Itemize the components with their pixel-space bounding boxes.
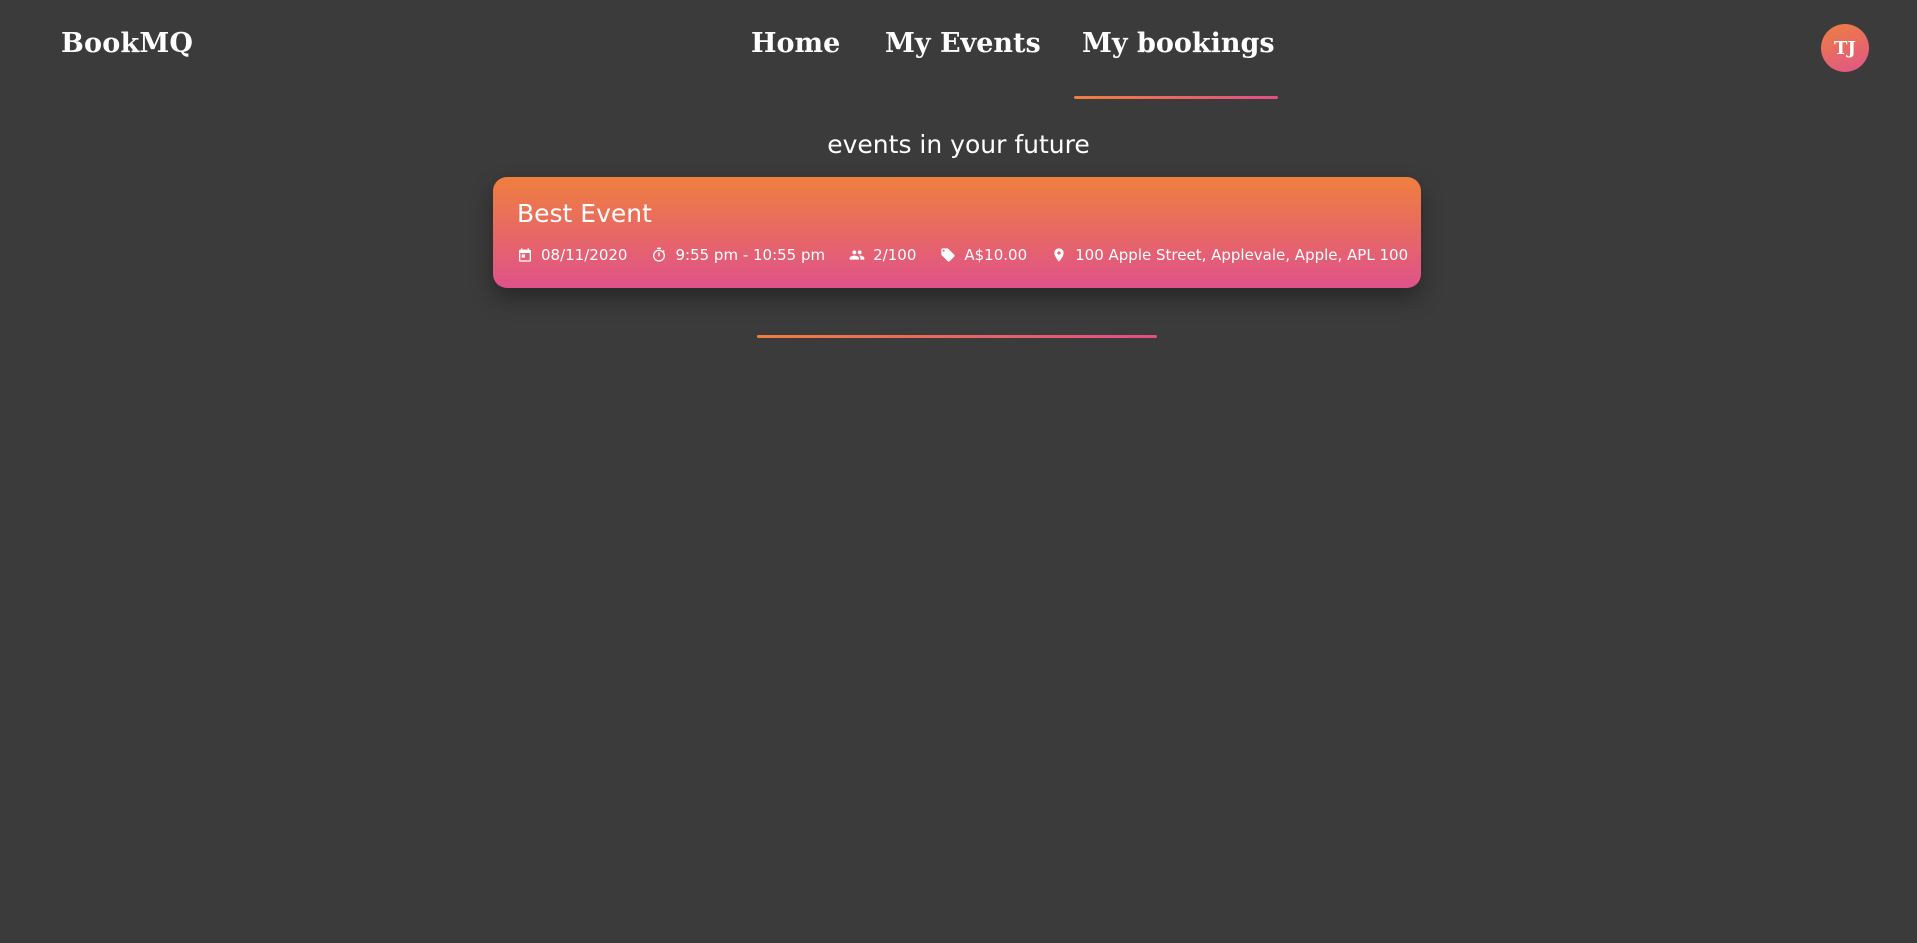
event-date: 08/11/2020 [517,246,627,264]
event-price: A$10.00 [940,246,1027,264]
timer-icon [653,247,666,262]
location-pin-icon [1054,248,1064,262]
event-date-text: 08/11/2020 [541,246,628,264]
event-details: 08/11/2020 9:55 pm - 10:55 pm 2/100 A$10… [517,245,1432,265]
nav-home-link[interactable]: Home [751,28,840,59]
event-title: Best Event [517,199,652,228]
event-time: 9:55 pm - 10:55 pm [651,246,825,264]
active-nav-indicator [1074,96,1278,99]
user-avatar[interactable]: TJ [1821,24,1869,72]
event-location: 100 Apple Street, Applevale, Apple, APL … [1051,246,1408,264]
event-attendance: 2/100 [849,246,916,264]
people-icon [849,250,865,260]
tag-icon [941,248,956,262]
nav-my-events-link[interactable]: My Events [885,28,1041,59]
main-nav: Home My Events My bookings [0,28,1917,99]
section-divider [757,335,1157,338]
calendar-icon [519,248,531,262]
section-title: events in your future [827,130,1090,159]
event-card[interactable]: Best Event 08/11/2020 9:55 pm - 10:55 pm… [493,177,1421,288]
nav-my-bookings-link[interactable]: My bookings [1082,28,1275,59]
event-price-text: A$10.00 [964,246,1028,264]
event-time-text: 9:55 pm - 10:55 pm [675,246,826,264]
top-navigation-bar: BookMQ Home My Events My bookings TJ [0,0,1917,99]
event-location-text: 100 Apple Street, Applevale, Apple, APL … [1075,246,1409,264]
event-attendance-text: 2/100 [873,246,917,264]
